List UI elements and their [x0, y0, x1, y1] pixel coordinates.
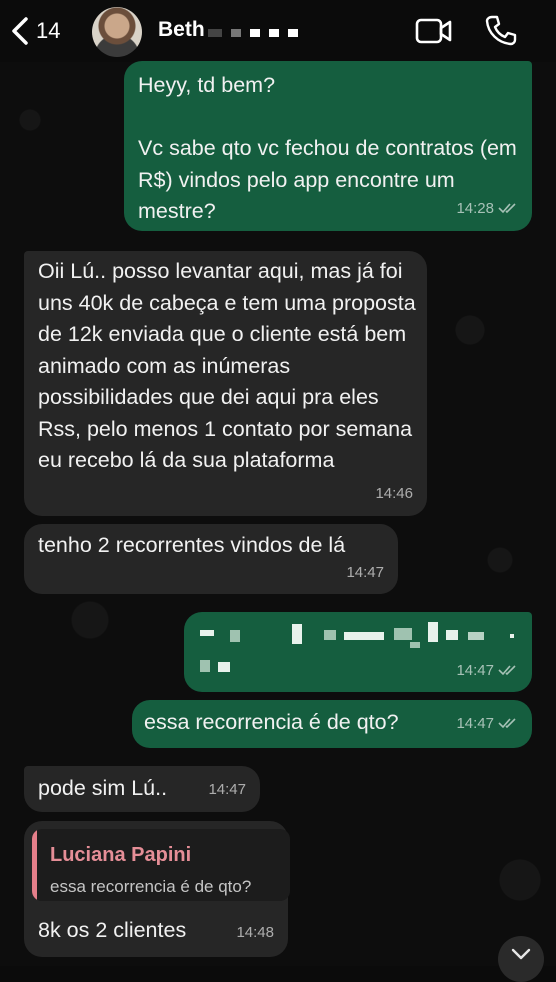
redacted-name [208, 20, 328, 46]
message-bubble-outgoing[interactable]: 14:47 [184, 612, 532, 692]
double-check-icon [498, 203, 516, 214]
message-text: tenho 2 recorrentes vindos de lá [38, 533, 346, 557]
back-button[interactable]: 14 [10, 14, 60, 48]
message-time: 14:47 [456, 714, 494, 732]
video-camera-icon [415, 18, 452, 44]
voice-call-button[interactable] [485, 14, 517, 51]
message-bubble-incoming[interactable]: Oii Lú.. posso levantar aqui, mas já foi… [24, 251, 427, 516]
message-time: 14:47 [208, 780, 246, 798]
avatar[interactable] [92, 7, 142, 57]
quote-author: Luciana Papini [50, 844, 192, 866]
chat-header: 14 Beth [0, 0, 556, 62]
message-text: pode sim Lú.. [38, 776, 168, 800]
video-call-button[interactable] [415, 17, 453, 50]
message-time: 14:47 [346, 563, 384, 581]
message-bubble-outgoing[interactable]: essa recorrencia é de qto? 14:47 [132, 700, 532, 748]
quote-text: essa recorrencia é de qto? [50, 877, 252, 896]
message-meta: 14:46 [375, 478, 413, 510]
message-meta: 14:47 [346, 557, 384, 589]
chevron-left-icon [12, 17, 28, 45]
chevron-down-icon [511, 948, 531, 960]
contact-name[interactable]: Beth [158, 18, 205, 42]
double-check-icon [498, 718, 516, 729]
quote-accent-bar [32, 829, 37, 901]
scroll-to-bottom-button[interactable] [498, 936, 544, 982]
double-check-icon [498, 665, 516, 676]
message-bubble-incoming-reply[interactable]: Luciana Papini essa recorrencia é de qto… [24, 821, 290, 957]
message-text: essa recorrencia é de qto? [144, 710, 399, 734]
message-time: 14:48 [236, 923, 274, 941]
quoted-message[interactable]: Luciana Papini essa recorrencia é de qto… [32, 829, 290, 901]
message-time: 14:28 [456, 199, 494, 217]
message-bubble-outgoing[interactable]: Heyy, td bem? Vc sabe qto vc fechou de c… [124, 61, 532, 231]
message-meta: 14:47 [208, 774, 246, 806]
unread-count: 14 [36, 18, 61, 43]
message-text: Oii Lú.. posso levantar aqui, mas já foi… [38, 259, 422, 472]
message-time: 14:47 [456, 661, 494, 679]
message-meta: 14:28 [456, 193, 518, 225]
message-text: 8k os 2 clientes [38, 918, 187, 942]
message-meta: 14:48 [236, 917, 274, 949]
message-meta: 14:47 [456, 708, 518, 740]
message-meta: 14:47 [456, 655, 518, 687]
message-bubble-incoming[interactable]: pode sim Lú.. 14:47 [24, 766, 260, 812]
message-time: 14:46 [375, 484, 413, 502]
phone-icon [485, 15, 517, 46]
message-bubble-incoming[interactable]: tenho 2 recorrentes vindos de lá 14:47 [24, 524, 398, 594]
